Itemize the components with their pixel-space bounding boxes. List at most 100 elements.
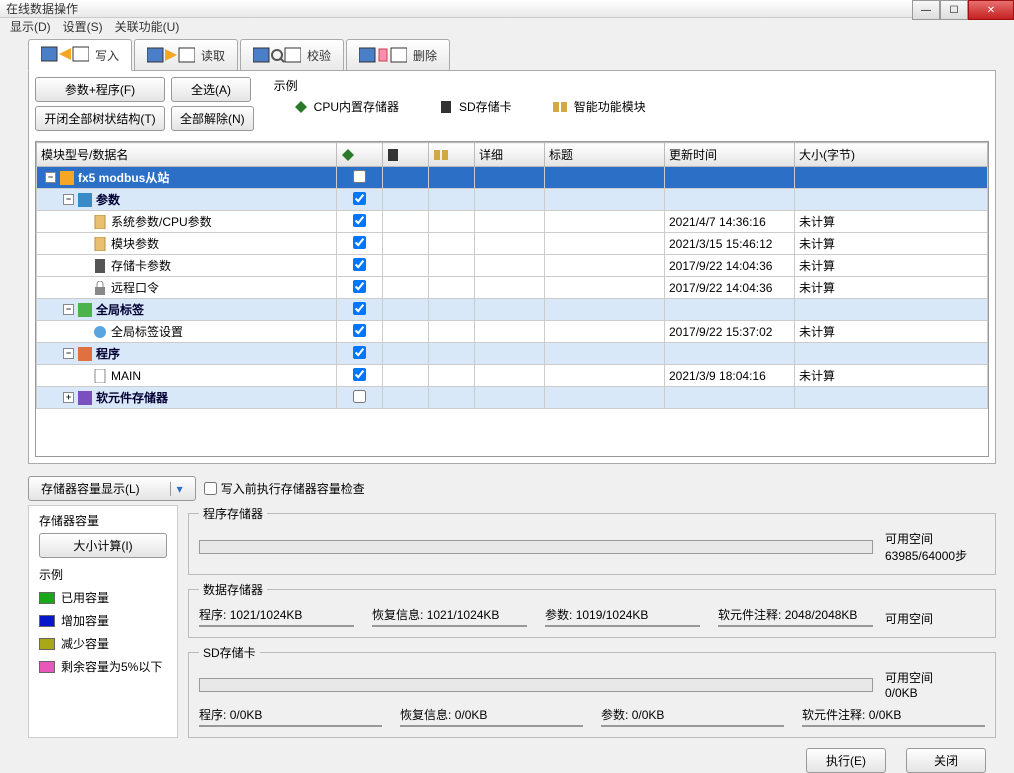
titlebar: 在线数据操作 — ☐ ✕	[0, 0, 1014, 18]
progress-bar	[199, 725, 382, 727]
col-detail[interactable]: 详细	[475, 143, 545, 167]
capacity-header: 存储器容量	[39, 512, 167, 529]
legend-header: 示例	[39, 566, 167, 583]
expander-icon[interactable]: −	[63, 348, 74, 359]
row-global-label[interactable]: −全局标签	[37, 299, 988, 321]
swatch-used	[39, 592, 55, 604]
deselect-all-button[interactable]: 全部解除(N)	[171, 106, 254, 131]
chip-icon	[294, 100, 308, 114]
data-storage-fieldset: 数据存储器 程序: 1021/1024KB 恢复信息: 1021/1024KB …	[188, 581, 996, 638]
toggle-tree-button[interactable]: 开闭全部树状结构(T)	[35, 106, 165, 131]
main-panel: 参数+程序(F) 全选(A) 开闭全部树状结构(T) 全部解除(N) 示例 CP…	[28, 70, 996, 464]
tab-delete[interactable]: 删除	[346, 39, 450, 71]
row-sd-params[interactable]: 存储卡参数 2017/9/22 14:04:36未计算	[37, 255, 988, 277]
close-button[interactable]: ✕	[968, 0, 1014, 20]
progress-bar	[802, 725, 985, 727]
sdcard-fieldset: SD存储卡 可用空间0/0KB 程序: 0/0KB 恢复信息: 0/0KB 参数…	[188, 644, 996, 738]
file-icon	[93, 259, 107, 273]
chk-main[interactable]	[353, 368, 366, 381]
execute-button[interactable]: 执行(E)	[806, 748, 886, 773]
expander-icon[interactable]: +	[63, 392, 74, 403]
program-icon	[78, 347, 92, 361]
chk-gl[interactable]	[353, 302, 366, 315]
program-storage-fieldset: 程序存储器 可用空间63985/64000步	[188, 505, 996, 575]
minimize-button[interactable]: —	[912, 0, 940, 20]
row-global-label-set[interactable]: 全局标签设置 2017/9/22 15:37:02未计算	[37, 321, 988, 343]
tab-verify[interactable]: 校验	[240, 39, 344, 71]
col-sd[interactable]	[383, 143, 429, 167]
chevron-down-icon: ▾	[170, 482, 183, 496]
tab-read-label: 读取	[201, 47, 225, 64]
data-grid[interactable]: 模块型号/数据名 详细 标题 更新时间 大小(字节) −fx5 modbus从站…	[35, 141, 989, 457]
row-params[interactable]: −参数	[37, 189, 988, 211]
globe-icon	[93, 325, 107, 339]
chk-root[interactable]	[353, 170, 366, 183]
row-root[interactable]: −fx5 modbus从站	[37, 167, 988, 189]
menu-related[interactable]: 关联功能(U)	[115, 18, 180, 35]
row-mod-params[interactable]: 模块参数 2021/3/15 15:46:12未计算	[37, 233, 988, 255]
tab-read[interactable]: 读取	[134, 39, 238, 71]
file-icon	[93, 215, 107, 229]
chk-mem[interactable]	[353, 390, 366, 403]
params-icon	[78, 193, 92, 207]
mem-icon	[78, 391, 92, 405]
maximize-button[interactable]: ☐	[940, 0, 968, 20]
precheck-label[interactable]: 写入前执行存储器容量检查	[204, 480, 365, 497]
swatch-added	[39, 615, 55, 627]
progress-bar	[400, 725, 583, 727]
col-title[interactable]: 标题	[545, 143, 665, 167]
legend-builtin: CPU内置存储器	[294, 98, 399, 115]
tab-write-label: 写入	[95, 47, 119, 64]
chk-remote[interactable]	[353, 280, 366, 293]
progress-bar	[199, 540, 873, 554]
progress-bar	[718, 625, 873, 627]
chk-sdp[interactable]	[353, 258, 366, 271]
row-device-mem[interactable]: +软元件存储器	[37, 387, 988, 409]
label-icon	[78, 303, 92, 317]
read-icon	[147, 45, 195, 67]
swatch-reduced	[39, 638, 55, 650]
module-icon	[552, 100, 568, 114]
menu-settings[interactable]: 设置(S)	[63, 18, 103, 35]
param-program-button[interactable]: 参数+程序(F)	[35, 77, 165, 102]
row-remote[interactable]: 远程口令 2017/9/22 14:04:36未计算	[37, 277, 988, 299]
sd-icon	[439, 100, 453, 114]
row-main[interactable]: MAIN 2021/3/9 18:04:16未计算	[37, 365, 988, 387]
precheck-checkbox[interactable]	[204, 482, 217, 495]
col-updated[interactable]: 更新时间	[665, 143, 795, 167]
progress-bar	[601, 725, 784, 727]
tab-delete-label: 删除	[413, 47, 437, 64]
progress-bar	[199, 678, 873, 692]
write-icon	[41, 44, 89, 66]
chk-prog[interactable]	[353, 346, 366, 359]
storage-display-button[interactable]: 存储器容量显示(L) ▾	[28, 476, 196, 501]
lock-icon	[93, 281, 107, 295]
progress-bar	[199, 625, 354, 627]
row-sys-params[interactable]: 系统参数/CPU参数 2021/4/7 14:36:16未计算	[37, 211, 988, 233]
select-all-button[interactable]: 全选(A)	[171, 77, 251, 102]
expander-icon[interactable]: −	[45, 172, 56, 183]
row-program[interactable]: −程序	[37, 343, 988, 365]
close-dialog-button[interactable]: 关闭	[906, 748, 986, 773]
chk-params[interactable]	[353, 192, 366, 205]
menu-display[interactable]: 显示(D)	[10, 18, 51, 35]
expander-icon[interactable]: −	[63, 194, 74, 205]
col-chip[interactable]	[337, 143, 383, 167]
chk-sys[interactable]	[353, 214, 366, 227]
chk-mod[interactable]	[353, 236, 366, 249]
capacity-legend: 存储器容量 大小计算(I) 示例 已用容量 增加容量 减少容量 剩余容量为5%以…	[28, 505, 178, 738]
expander-icon[interactable]: −	[63, 304, 74, 315]
plc-icon	[60, 171, 74, 185]
col-size[interactable]: 大小(字节)	[795, 143, 988, 167]
col-name[interactable]: 模块型号/数据名	[37, 143, 337, 167]
progress-bar	[372, 625, 527, 627]
col-module[interactable]	[429, 143, 475, 167]
tab-write[interactable]: 写入	[28, 39, 132, 71]
chk-glset[interactable]	[353, 324, 366, 337]
tabstrip: 写入 读取 校验 删除	[28, 39, 996, 71]
tab-verify-label: 校验	[307, 47, 331, 64]
calc-size-button[interactable]: 大小计算(I)	[39, 533, 167, 558]
legend-sdcard: SD存储卡	[439, 98, 512, 115]
legend-smart: 智能功能模块	[552, 98, 646, 115]
window-title: 在线数据操作	[6, 0, 78, 17]
